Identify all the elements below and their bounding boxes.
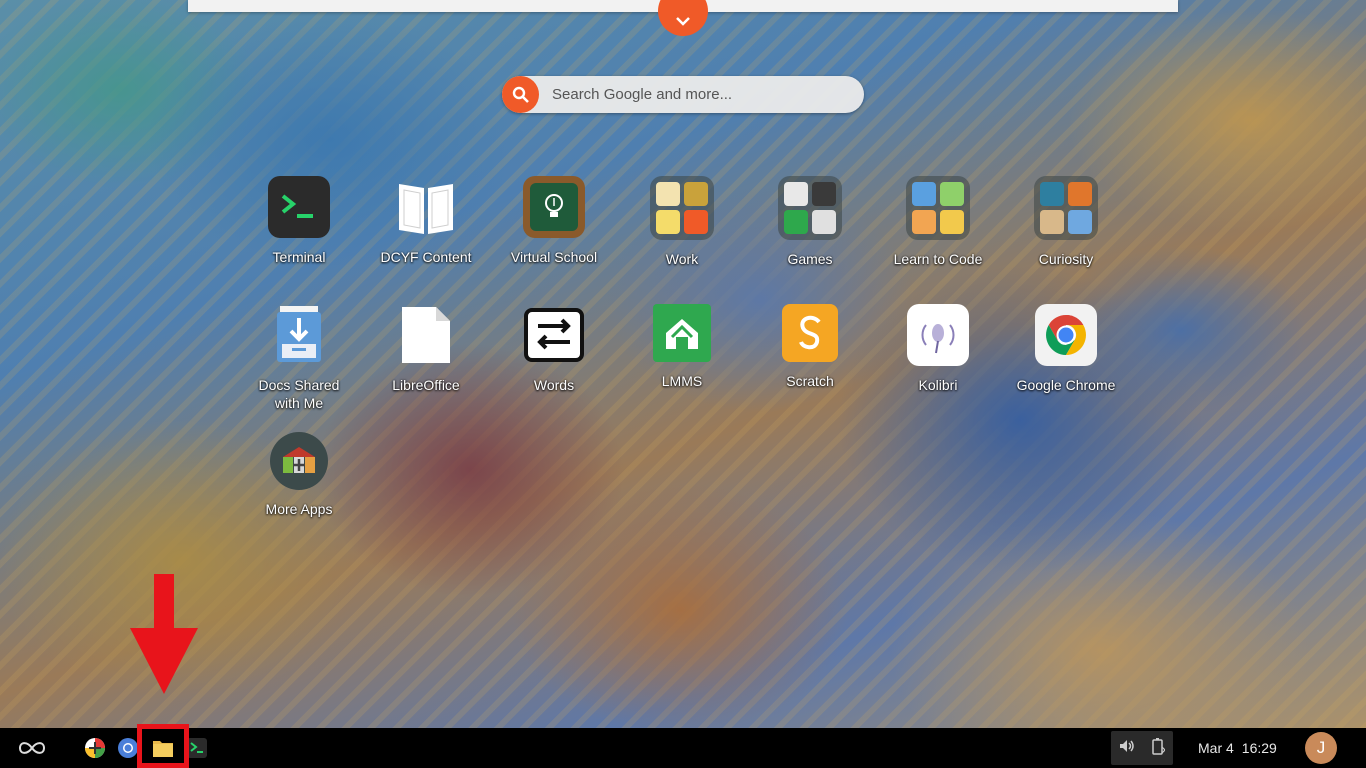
words-icon (523, 304, 585, 366)
app-folder-work[interactable]: Work (618, 176, 746, 286)
app-label: Work (665, 251, 699, 267)
battery-icon[interactable] (1151, 737, 1166, 760)
app-virtual-school[interactable]: Virtual School (490, 176, 618, 286)
app-label: Kolibri (918, 377, 958, 393)
app-label: LibreOffice (392, 377, 460, 393)
app-center-icon[interactable] (82, 728, 108, 768)
arrow-down-icon (130, 574, 198, 694)
app-dcyf-content[interactable]: DCYF Content (362, 176, 490, 286)
terminal-icon[interactable] (186, 728, 208, 768)
app-terminal[interactable]: Terminal (235, 176, 363, 286)
app-label: LMMS (661, 373, 703, 389)
app-label: Virtual School (510, 249, 598, 265)
app-folder-learn-to-code[interactable]: Learn to Code (874, 176, 1002, 286)
app-label: Scratch (786, 373, 834, 389)
app-label: Learn to Code (893, 251, 983, 267)
chevron-down-icon[interactable] (658, 0, 708, 36)
folder-icon (650, 176, 714, 240)
lightbulb-chalkboard-icon (523, 176, 585, 238)
time-text: 16:29 (1241, 740, 1277, 756)
app-label: Docs Shared with Me (258, 377, 340, 411)
app-label: Words (533, 377, 575, 393)
clock[interactable]: Mar 4 16:29 (1198, 728, 1277, 768)
highlight-box (137, 724, 189, 768)
shared-docs-icon (268, 304, 330, 366)
app-label: More Apps (265, 501, 333, 517)
app-scratch[interactable]: Scratch (746, 304, 874, 414)
app-label: Google Chrome (1016, 377, 1116, 393)
folder-icon (1034, 176, 1098, 240)
book-icon (395, 176, 457, 238)
terminal-icon (268, 176, 330, 238)
lmms-icon (653, 304, 711, 362)
search-bar[interactable]: Search Google and more... (502, 76, 864, 113)
folder-icon (778, 176, 842, 240)
chrome-icon (1035, 304, 1097, 366)
app-more-apps[interactable]: More Apps (235, 432, 363, 542)
volume-icon[interactable] (1119, 739, 1135, 758)
infinity-logo-icon[interactable] (14, 728, 50, 768)
app-folder-games[interactable]: Games (746, 176, 874, 286)
app-label: Games (787, 251, 833, 267)
document-icon (395, 304, 457, 366)
app-label: Terminal (272, 249, 326, 265)
app-lmms[interactable]: LMMS (618, 304, 746, 414)
app-kolibri[interactable]: Kolibri (874, 304, 1002, 414)
app-folder-curiosity[interactable]: Curiosity (1002, 176, 1130, 286)
search-icon[interactable] (502, 76, 539, 113)
avatar[interactable]: J (1305, 732, 1337, 764)
desktop-background: Search Google and more... Terminal DCYF … (0, 0, 1366, 768)
date-text: Mar 4 (1198, 740, 1234, 756)
folder-icon (906, 176, 970, 240)
app-label: DCYF Content (380, 249, 472, 265)
app-words[interactable]: Words (490, 304, 618, 414)
app-libreoffice[interactable]: LibreOffice (362, 304, 490, 414)
app-label: Curiosity (1038, 251, 1094, 267)
app-center-icon (270, 432, 328, 490)
system-tray[interactable] (1111, 731, 1173, 765)
app-google-chrome[interactable]: Google Chrome (1002, 304, 1130, 414)
app-docs-shared-with-me[interactable]: Docs Shared with Me (235, 304, 363, 414)
search-input[interactable]: Search Google and more... (552, 86, 732, 103)
kolibri-icon (907, 304, 969, 366)
scratch-icon (782, 304, 838, 362)
